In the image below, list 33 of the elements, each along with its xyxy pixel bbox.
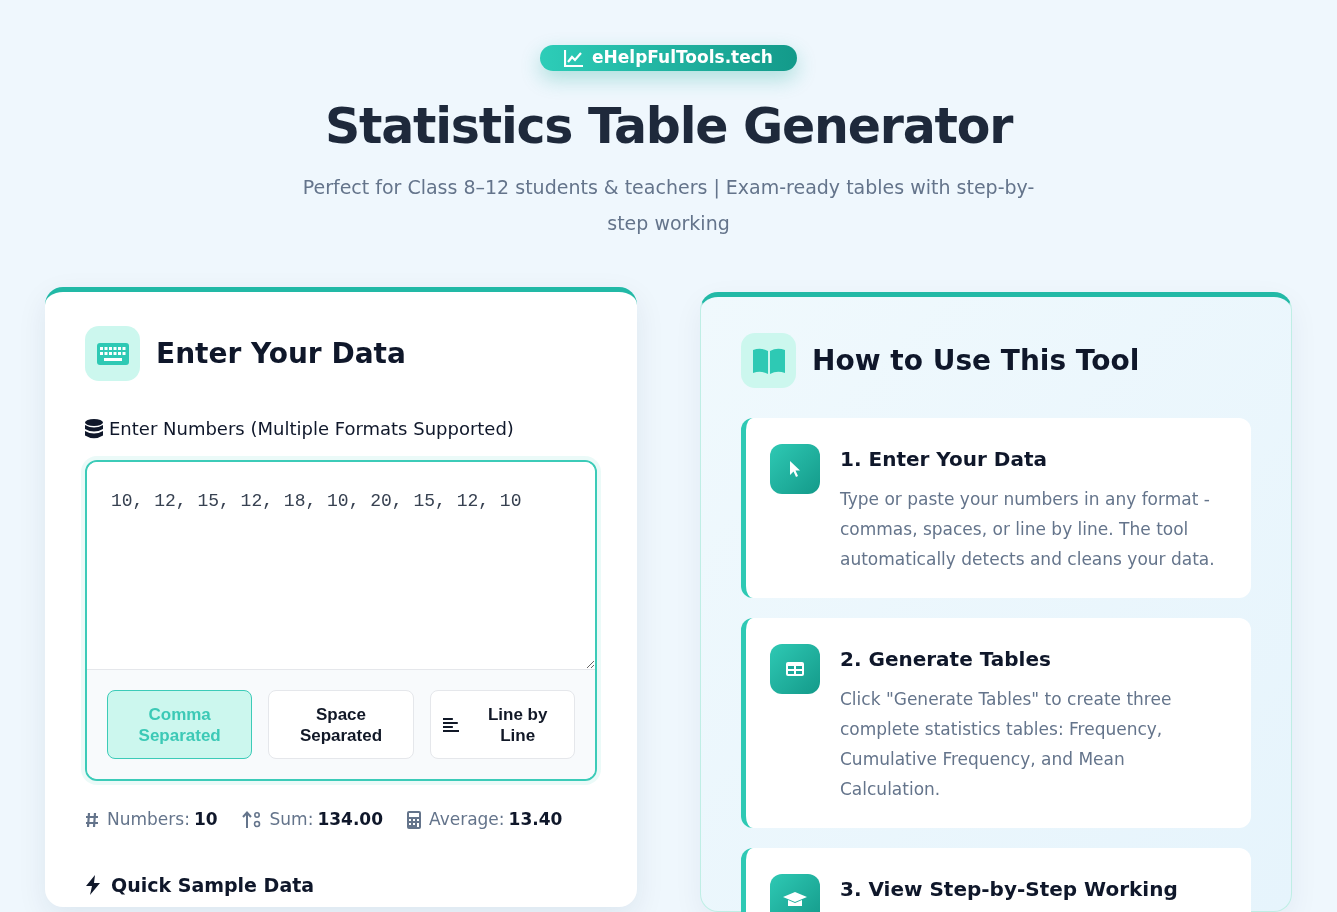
book-icon [741, 333, 796, 388]
page-title: Statistics Table Generator [324, 97, 1013, 157]
stat-label: Sum: [269, 808, 314, 831]
step-title: 2. Generate Tables [840, 646, 1052, 673]
align-left-icon [442, 717, 460, 732]
hash-icon [85, 811, 99, 828]
table-icon [785, 660, 805, 678]
format-option[interactable]: Space Separated [268, 690, 414, 759]
graduation-cap-icon [783, 892, 807, 906]
sort-numbers-icon [241, 810, 262, 829]
lightning-icon [85, 874, 101, 895]
database-icon [85, 418, 103, 439]
field-label: Enter Numbers (Multiple Formats Supported) [109, 417, 514, 441]
cursor-icon [787, 460, 803, 478]
stat-value: 10 [193, 808, 218, 831]
numbers-field[interactable]: 10, 12, 15, 12, 18, 10, 20, 15, 12, 10 [87, 462, 595, 669]
step-description: Click "Generate Tables" to create three complete statistics tables: Frequency, Cumulative Frequency, and Mean Calculation. [840, 688, 1173, 801]
step-description: Type or paste your numbers in any format - commas, spaces, or line by line. The tool automatically detects and cleans your data. [840, 488, 1216, 571]
samples-heading: Quick Sample Data [111, 872, 315, 898]
guide-card-heading: How to Use This Tool [812, 342, 1140, 379]
brand-name: eHelpFulTools.tech [592, 46, 773, 70]
stat-value: 13.40 [508, 808, 563, 831]
format-option[interactable]: Line by Line [429, 690, 575, 759]
stat-label: Numbers: [107, 808, 190, 831]
chart-line-icon [564, 49, 585, 67]
input-card-heading: Enter Your Data [156, 335, 406, 372]
step-title: 1. Enter Your Data [840, 446, 1048, 473]
page-subtitle: Perfect for Class 8–12 students & teachers | Exam-ready tables with step-by-step working [301, 175, 1036, 236]
stat-value: 134.00 [317, 808, 383, 831]
step-title: 3. View Step-by-Step Working [840, 876, 1178, 903]
stat-label: Average: [429, 808, 505, 831]
calculator-icon [407, 810, 421, 829]
keyboard-icon [85, 326, 140, 381]
